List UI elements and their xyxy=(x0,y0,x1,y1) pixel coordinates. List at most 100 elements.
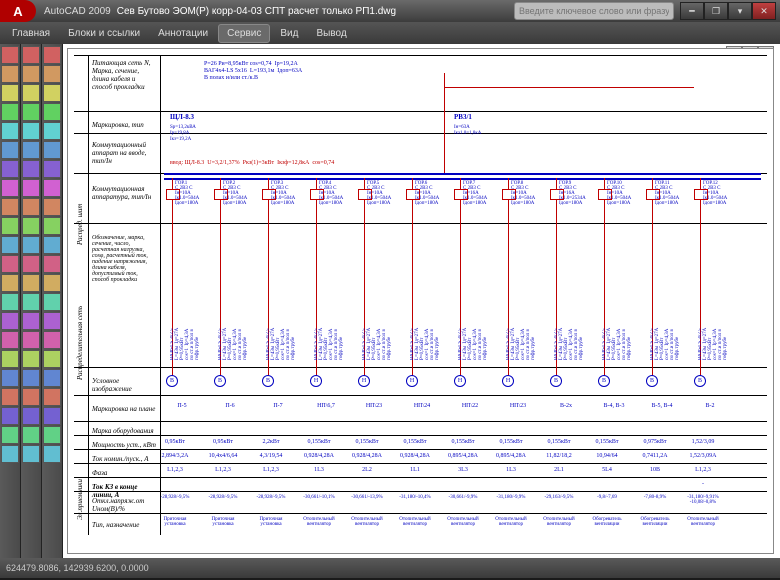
tool-button[interactable] xyxy=(1,122,19,140)
tool-button[interactable] xyxy=(43,198,61,216)
tool-button[interactable] xyxy=(1,388,19,406)
tool-button[interactable] xyxy=(43,141,61,159)
canvas-area[interactable]: ━ ❐ ✕ Распред. шит Распределительная сет… xyxy=(63,44,780,558)
tool-button[interactable] xyxy=(1,426,19,444)
tool-button[interactable] xyxy=(43,103,61,121)
plan-mark: НП\23 xyxy=(352,403,396,409)
plan-mark: В-5, В-4 xyxy=(640,403,684,409)
table-cell-phase: 1L3 xyxy=(488,467,534,473)
tab-output[interactable]: Вывод xyxy=(308,25,354,42)
tool-button[interactable] xyxy=(1,141,19,159)
restore-button[interactable]: ▾ xyxy=(728,2,752,20)
tool-button[interactable] xyxy=(22,426,40,444)
row-input-sw: Коммутационный аппарат на вводе, тип/Iн xyxy=(92,141,156,165)
tab-home[interactable]: Главная xyxy=(4,25,58,42)
tool-button[interactable] xyxy=(22,217,40,235)
tool-button[interactable] xyxy=(22,407,40,425)
tool-button[interactable] xyxy=(1,179,19,197)
tool-button[interactable] xyxy=(22,141,40,159)
tool-button[interactable] xyxy=(1,369,19,387)
tool-button[interactable] xyxy=(1,160,19,178)
tool-button[interactable] xyxy=(1,274,19,292)
tool-button[interactable] xyxy=(43,179,61,197)
table-cell-phase: 3L3 xyxy=(440,467,486,473)
tool-button[interactable] xyxy=(43,217,61,235)
tool-button[interactable] xyxy=(22,331,40,349)
search-input[interactable] xyxy=(514,2,674,20)
tool-button[interactable] xyxy=(22,274,40,292)
app-logo[interactable]: A xyxy=(0,0,36,22)
tool-button[interactable] xyxy=(43,312,61,330)
tool-button[interactable] xyxy=(1,46,19,64)
tool-button[interactable] xyxy=(43,46,61,64)
busbar-2 xyxy=(164,178,761,180)
tool-button[interactable] xyxy=(43,65,61,83)
table-cell-phase: 5L4 xyxy=(584,467,630,473)
tool-button[interactable] xyxy=(22,445,40,463)
tool-button[interactable] xyxy=(22,236,40,254)
tool-button[interactable] xyxy=(1,217,19,235)
tool-button[interactable] xyxy=(22,388,40,406)
tool-button[interactable] xyxy=(43,445,61,463)
tool-button[interactable] xyxy=(22,65,40,83)
row-mark: Маркировка, тип xyxy=(92,121,156,129)
tool-button[interactable] xyxy=(43,293,61,311)
tool-button[interactable] xyxy=(22,293,40,311)
close-button[interactable]: ✕ xyxy=(752,2,776,20)
tool-button[interactable] xyxy=(43,122,61,140)
tool-button[interactable] xyxy=(43,388,61,406)
tab-blocks[interactable]: Блоки и ссылки xyxy=(60,25,148,42)
tool-button[interactable] xyxy=(1,445,19,463)
tab-view[interactable]: Вид xyxy=(272,25,306,42)
table-cell-du: -28,928/-9,5% xyxy=(248,495,294,500)
tool-button[interactable] xyxy=(1,103,19,121)
table-cell-power: 0,155кВт xyxy=(392,439,438,445)
table-cell-du: -31,180/-10,4% xyxy=(392,495,438,500)
tool-button[interactable] xyxy=(1,293,19,311)
tool-button[interactable] xyxy=(43,331,61,349)
tool-button[interactable] xyxy=(22,312,40,330)
tool-button[interactable] xyxy=(1,84,19,102)
tool-button[interactable] xyxy=(22,122,40,140)
table-cell-du: -30,661/-9,9% xyxy=(440,495,486,500)
table-cell-current: 11,82/18,2 xyxy=(536,453,582,459)
table-cell-phase: 1L3 xyxy=(296,467,342,473)
tool-button[interactable] xyxy=(43,236,61,254)
tool-button[interactable] xyxy=(22,103,40,121)
tool-button[interactable] xyxy=(22,198,40,216)
tool-button[interactable] xyxy=(1,198,19,216)
tool-button[interactable] xyxy=(43,369,61,387)
table-cell-du: -28,928/-9,5% xyxy=(152,495,198,500)
tool-button[interactable] xyxy=(1,65,19,83)
tool-button[interactable] xyxy=(22,46,40,64)
tool-button[interactable] xyxy=(22,369,40,387)
tool-button[interactable] xyxy=(22,255,40,273)
tool-button[interactable] xyxy=(43,255,61,273)
tool-button[interactable] xyxy=(43,84,61,102)
plan-mark: В-2х xyxy=(544,403,588,409)
tool-button[interactable] xyxy=(22,350,40,368)
tool-button[interactable] xyxy=(1,236,19,254)
tool-button[interactable] xyxy=(22,84,40,102)
tool-button[interactable] xyxy=(43,160,61,178)
tool-button[interactable] xyxy=(22,179,40,197)
tab-annotations[interactable]: Аннотации xyxy=(150,25,216,42)
drawing-canvas[interactable]: Распред. шит Распределительная сеть Эл.п… xyxy=(67,48,774,554)
tool-button[interactable] xyxy=(43,350,61,368)
tool-button[interactable] xyxy=(43,426,61,444)
tool-button[interactable] xyxy=(1,407,19,425)
tool-button[interactable] xyxy=(1,331,19,349)
tool-button[interactable] xyxy=(1,312,19,330)
maximize-button[interactable]: ❐ xyxy=(704,2,728,20)
tool-button[interactable] xyxy=(43,407,61,425)
symbol-icon: Н xyxy=(358,375,370,387)
tab-service[interactable]: Сервис xyxy=(218,24,270,43)
tool-button[interactable] xyxy=(43,274,61,292)
tool-button[interactable] xyxy=(1,255,19,273)
table-cell-current: 10,94/64 xyxy=(584,453,630,459)
minimize-button[interactable]: ━ xyxy=(680,2,704,20)
table-cell-current: 10,4х4/6,64 xyxy=(200,453,246,459)
tool-button[interactable] xyxy=(22,160,40,178)
tool-button[interactable] xyxy=(1,350,19,368)
breaker-label: ГОР.12 С 2В3 С Iн=10А Iк1.0=504А Iдоп=18… xyxy=(703,181,727,206)
